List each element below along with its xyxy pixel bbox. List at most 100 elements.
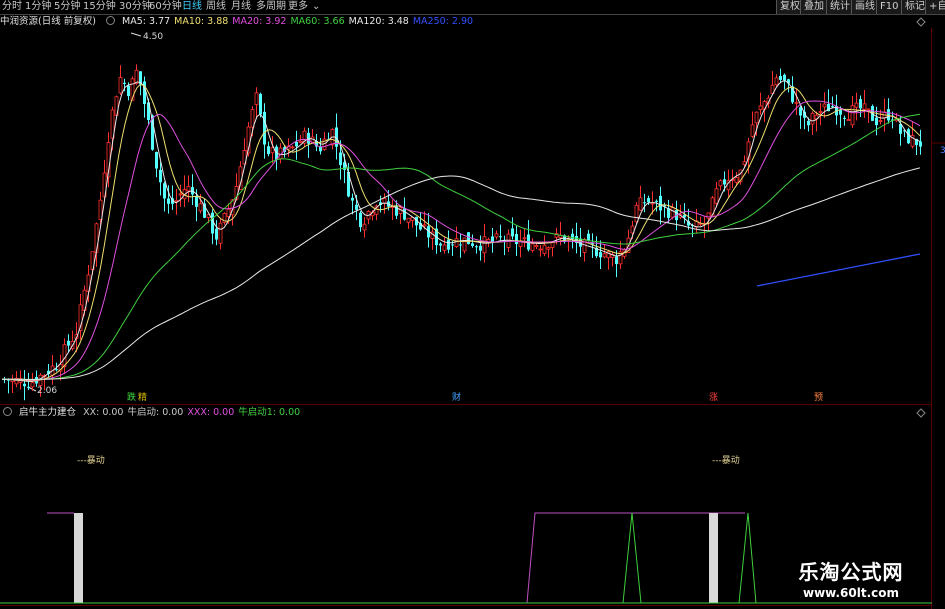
candle-body bbox=[422, 224, 427, 227]
candle-body bbox=[599, 252, 602, 258]
annotation-baodong-2: ---暴动 bbox=[712, 456, 740, 466]
candle-body bbox=[159, 169, 162, 183]
candle-body bbox=[742, 161, 747, 166]
candle-body bbox=[178, 193, 183, 196]
candle-body bbox=[807, 120, 810, 126]
candle-body bbox=[195, 195, 198, 207]
indicator-legend-item: XX: 0.00 bbox=[83, 407, 124, 418]
indicator-legend-item: XXX: 0.00 bbox=[187, 407, 235, 418]
candle-body bbox=[670, 207, 675, 218]
low-price-label: 2.06 bbox=[37, 386, 58, 396]
marker-cai: 财 bbox=[452, 393, 462, 403]
candle-body bbox=[290, 146, 295, 149]
candle-body bbox=[774, 77, 779, 86]
candle-body bbox=[810, 112, 815, 125]
candles bbox=[3, 64, 922, 401]
candle-body bbox=[862, 103, 867, 110]
candle-body bbox=[259, 93, 262, 115]
ma10-line bbox=[2, 84, 921, 382]
candle-body bbox=[30, 382, 35, 388]
candle-body bbox=[843, 117, 846, 119]
candle-body bbox=[163, 183, 166, 199]
price-axis-mark: 3 bbox=[940, 146, 945, 156]
candle-body bbox=[351, 197, 354, 201]
candle-body bbox=[198, 203, 203, 212]
candle-body bbox=[218, 222, 223, 244]
candle-body bbox=[831, 106, 834, 108]
candle-body bbox=[215, 228, 218, 240]
candle-body bbox=[67, 340, 70, 346]
candle-body bbox=[155, 152, 158, 169]
candle-body bbox=[226, 208, 231, 217]
candle-body bbox=[783, 74, 786, 81]
candle-body bbox=[295, 141, 298, 147]
candle-body bbox=[459, 244, 462, 246]
watermark: 乐淘公式网 www.60lt.com bbox=[757, 556, 945, 609]
candle-body bbox=[123, 82, 126, 85]
candle-body bbox=[887, 109, 890, 121]
candle-body bbox=[494, 233, 499, 238]
candle-body bbox=[118, 77, 123, 94]
candle-body bbox=[839, 109, 842, 115]
candle-body bbox=[447, 239, 450, 250]
candle-body bbox=[638, 197, 643, 211]
candle-body bbox=[534, 245, 539, 248]
marker-jing: 精 bbox=[138, 393, 148, 403]
candle-body bbox=[298, 140, 303, 143]
candle-body bbox=[878, 120, 883, 122]
high-price-label: 4.50 bbox=[143, 32, 164, 42]
candle-body bbox=[482, 236, 487, 254]
indicator-values: XX: 0.00 牛启动: 0.00 XXX: 0.00 牛启动1: 0.00 bbox=[83, 407, 304, 418]
bar-1 bbox=[74, 513, 83, 603]
candle-body bbox=[62, 344, 67, 368]
candle-body bbox=[454, 238, 459, 247]
candle-body bbox=[546, 247, 551, 250]
candle-body bbox=[359, 212, 362, 228]
annotation-baodong-1: ---暴动 bbox=[77, 456, 105, 466]
candle-body bbox=[634, 204, 639, 223]
indicator-legend-item: 牛启动1: 0.00 bbox=[238, 407, 301, 418]
candle-body bbox=[307, 132, 310, 144]
candle-body bbox=[475, 246, 478, 248]
candle-body bbox=[451, 244, 454, 246]
candle-body bbox=[439, 243, 442, 246]
niu-qidong1-line bbox=[622, 512, 757, 604]
marker-yu: 预 bbox=[814, 393, 824, 403]
candle-body bbox=[27, 386, 30, 388]
candle-body bbox=[23, 383, 26, 387]
candle-body bbox=[167, 198, 170, 204]
candle-body bbox=[850, 105, 855, 126]
marker-die: 跌 bbox=[127, 393, 137, 403]
marker-zhang: 涨 bbox=[709, 393, 719, 403]
indicator-settings-icon[interactable] bbox=[3, 407, 12, 416]
expand-diamond-icon bbox=[916, 17, 926, 27]
candle-body bbox=[754, 111, 759, 124]
candle-body bbox=[615, 256, 618, 265]
candle-body bbox=[542, 244, 547, 255]
candle-body bbox=[98, 199, 103, 220]
candle-body bbox=[907, 129, 910, 144]
candle-body bbox=[479, 245, 482, 251]
candle-body bbox=[462, 237, 467, 252]
ma250-line bbox=[756, 253, 921, 287]
bar-2 bbox=[709, 513, 718, 603]
candle-body bbox=[254, 92, 259, 105]
price-chart: 3 bbox=[0, 14, 945, 609]
candle-body bbox=[515, 234, 518, 245]
candle-body bbox=[602, 253, 607, 258]
xxx-line bbox=[47, 512, 745, 604]
candle-body bbox=[127, 85, 130, 97]
high-pointer bbox=[130, 32, 142, 37]
candle-body bbox=[650, 202, 655, 205]
candle-body bbox=[734, 177, 739, 183]
candle-body bbox=[866, 108, 871, 111]
indicator-legend: 启牛主力建仓 XX: 0.00 牛启动: 0.00 XXX: 0.00 牛启动1: 0… bbox=[0, 406, 308, 419]
candle-body bbox=[339, 152, 342, 166]
candle-body bbox=[186, 186, 191, 192]
candle-body bbox=[522, 237, 527, 240]
candle-body bbox=[511, 228, 514, 237]
candle-body bbox=[758, 105, 763, 111]
candle-body bbox=[818, 111, 823, 113]
candle-body bbox=[822, 103, 827, 108]
candle-body bbox=[538, 248, 543, 251]
